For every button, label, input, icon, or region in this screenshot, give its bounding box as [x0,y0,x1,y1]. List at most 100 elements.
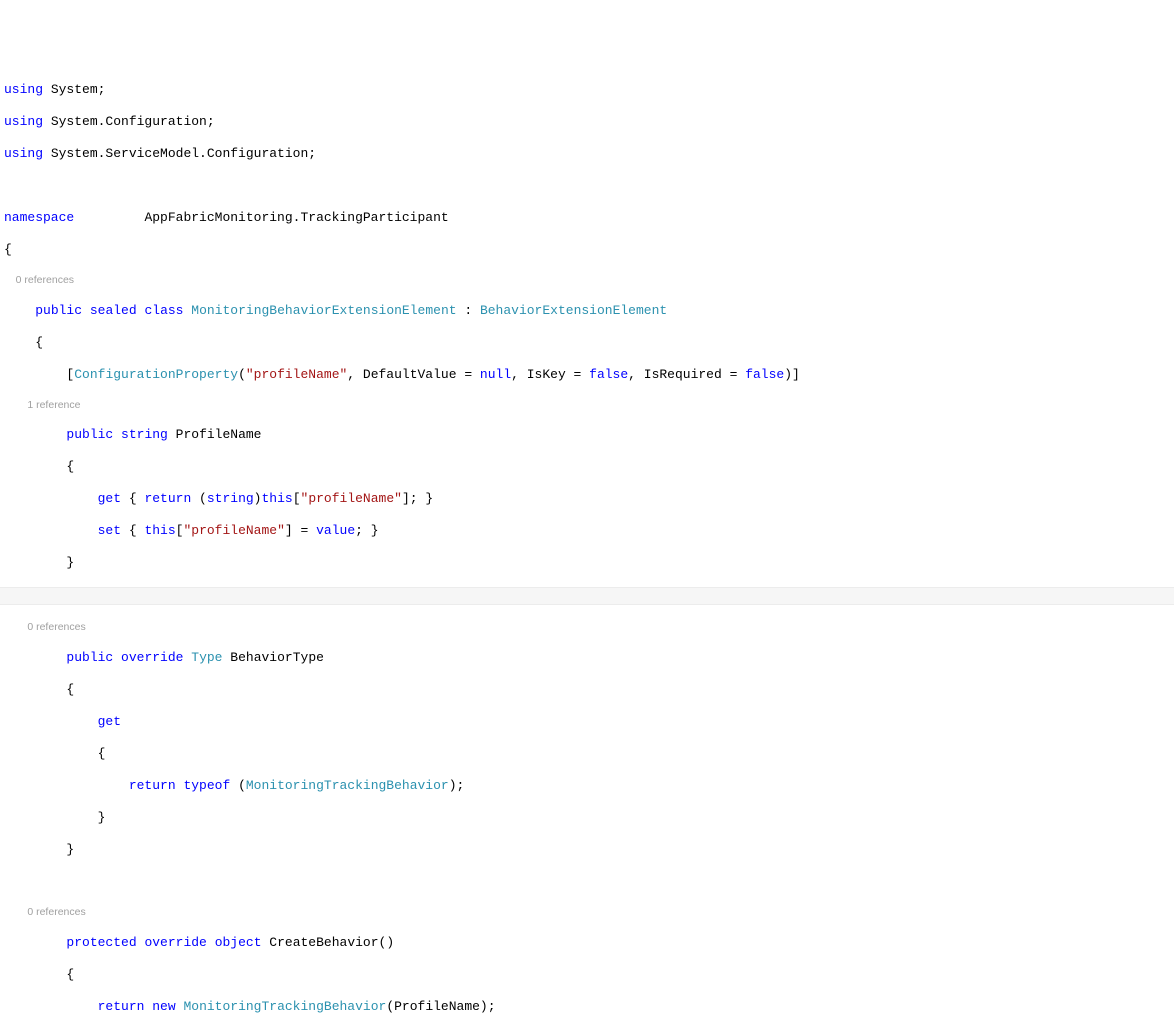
keyword-false: false [589,367,628,382]
keyword-null: null [480,367,511,382]
space [144,999,152,1014]
keyword-this: this [144,523,175,538]
indent [4,335,35,350]
text [4,621,27,633]
code-line: { [0,242,1174,258]
text [4,399,27,411]
codelens-indicator[interactable]: 0 references [0,621,1174,634]
current-line-highlight [0,587,1174,605]
space [207,935,215,950]
brace: { [35,335,43,350]
space [176,999,184,1014]
keyword-return: return [98,999,145,1014]
code-line: public override Type BehaviorType [0,650,1174,666]
keyword-new: new [152,999,175,1014]
brace: { [66,682,74,697]
indent [4,778,129,793]
indent [4,935,66,950]
code-line: public string ProfileName [0,427,1174,443]
keyword-return: return [129,778,176,793]
code-line: set { this["profileName"] = value; } [0,523,1174,539]
space [176,778,184,793]
text: [ [176,523,184,538]
text: ); [449,778,465,793]
indent [4,714,98,729]
keyword-this: this [261,491,292,506]
type-name: MonitoringBehaviorExtensionElement [191,303,456,318]
keyword-typeof: typeof [183,778,230,793]
indent [4,999,98,1014]
indent [4,367,66,382]
indent [4,427,66,442]
code-line: return typeof (MonitoringTrackingBehavio… [0,778,1174,794]
string-literal: "profileName" [183,523,284,538]
type-name: MonitoringTrackingBehavior [183,999,386,1014]
indent [4,303,35,318]
keyword-override: override [121,650,183,665]
keyword-get: get [98,714,121,729]
keyword-object: object [215,935,262,950]
code-line: using System.Configuration; [0,114,1174,130]
code-line: return new MonitoringTrackingBehavior(Pr… [0,999,1174,1015]
indent [4,491,98,506]
text: , IsKey = [511,367,589,382]
keyword-using: using [4,82,43,97]
code-line: using System.ServiceModel.Configuration; [0,146,1174,162]
text: { [121,491,144,506]
keyword-set: set [98,523,121,538]
codelens-text: 0 references [16,274,74,286]
type-name: MonitoringTrackingBehavior [246,778,449,793]
text: ( [238,367,246,382]
type-name: Type [191,650,222,665]
string-literal: "profileName" [246,367,347,382]
code-line: { [0,746,1174,762]
codelens-indicator[interactable]: 1 reference [0,399,1174,412]
brace: { [66,967,74,982]
brace: } [98,810,106,825]
keyword-get: get [98,491,121,506]
keyword-override: override [144,935,206,950]
keyword-value: value [316,523,355,538]
keyword-namespace: namespace [4,210,74,225]
text: : [457,303,480,318]
brace: { [66,459,74,474]
keyword-class: class [144,303,183,318]
keyword-public: public [66,427,113,442]
text: ; } [355,523,378,538]
blank-line [0,874,1174,890]
keyword-sealed: sealed [90,303,137,318]
code-line: get [0,714,1174,730]
codelens-indicator[interactable]: 0 references [0,274,1174,287]
code-line: { [0,682,1174,698]
text: , IsRequired = [628,367,745,382]
code-line: { [0,967,1174,983]
code-line: } [0,810,1174,826]
text: )] [784,367,800,382]
code-line: get { return (string)this["profileName"]… [0,491,1174,507]
keyword-false: false [745,367,784,382]
property-name: BehaviorType [223,650,324,665]
property-name: ProfileName [168,427,262,442]
code-line [0,588,1174,604]
code-line: } [0,842,1174,858]
text: , DefaultValue = [347,367,480,382]
space [183,650,191,665]
namespace-name: AppFabricMonitoring.TrackingParticipant [144,210,448,225]
code-line: { [0,459,1174,475]
code-line: using System; [0,82,1174,98]
text: ]; } [402,491,433,506]
codelens-indicator[interactable]: 0 references [0,906,1174,919]
blank-line [0,178,1174,194]
space [113,650,121,665]
indent [4,810,98,825]
brace: { [4,242,12,257]
codelens-text: 0 references [27,906,85,918]
code-line: namespace AppFabricMonitoring.TrackingPa… [0,210,1174,226]
keyword-protected: protected [66,935,136,950]
keyword-string: string [207,491,254,506]
code-editor[interactable]: using System; using System.Configuration… [0,66,1174,1016]
keyword-public: public [66,650,113,665]
brace: } [66,842,74,857]
keyword-using: using [4,114,43,129]
type-name: ConfigurationProperty [74,367,238,382]
